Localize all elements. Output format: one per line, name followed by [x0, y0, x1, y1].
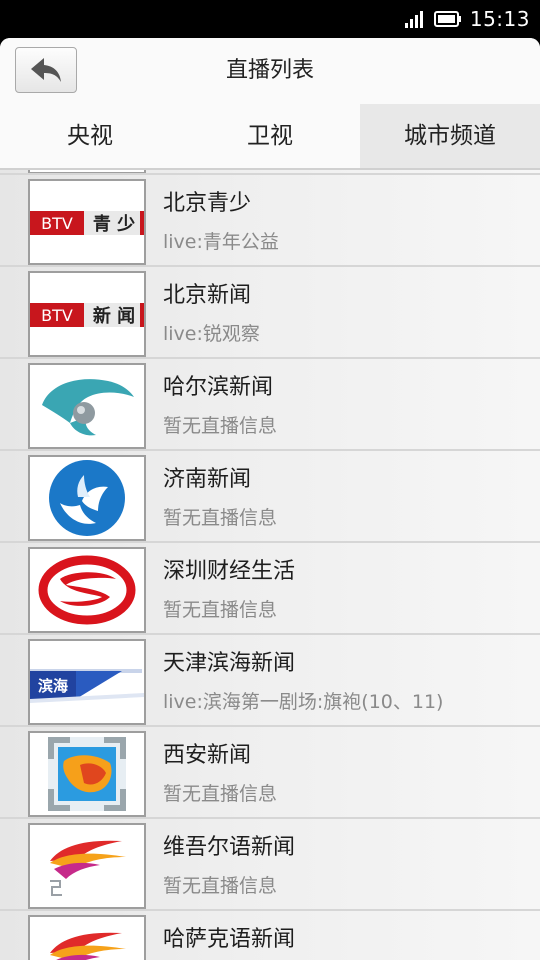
channel-logo [28, 547, 146, 633]
channel-live-info: 暂无直播信息 [163, 415, 278, 437]
shenzhen-logo-icon [38, 555, 136, 625]
tab-cctv[interactable]: 央视 [0, 104, 180, 168]
logo-brand-text: BTV [41, 306, 73, 325]
xian-logo-icon [48, 737, 126, 811]
channel-name: 天津滨海新闻 [163, 651, 296, 676]
channel-name: 济南新闻 [163, 467, 252, 492]
channel-logo: BTV 青 少 [28, 179, 146, 265]
battery-icon [433, 11, 461, 27]
channel-logo [28, 915, 146, 960]
channel-row[interactable]: 哈尔滨新闻 暂无直播信息 [0, 359, 540, 451]
signal-icon [404, 11, 423, 28]
logo-text: 滨海 [38, 677, 68, 695]
channel-row[interactable]: 维吾尔语新闻 暂无直播信息 [0, 819, 540, 911]
status-time: 15:13 [469, 7, 530, 31]
btv-logo-icon: BTV 新 闻 [30, 303, 144, 327]
channel-live-info: live:滨海第一剧场:旗袍(10、11) [163, 691, 444, 713]
channel-row[interactable]: 哈萨克语新闻 [0, 911, 540, 960]
jinan-logo-icon [49, 460, 125, 536]
channel-row[interactable]: 济南新闻 暂无直播信息 [0, 451, 540, 543]
status-bar: 15:13 [0, 0, 540, 38]
channel-name: 哈尔滨新闻 [163, 375, 274, 400]
channel-live-info: 暂无直播信息 [163, 875, 278, 897]
btv-logo-icon: BTV 青 少 [30, 211, 144, 235]
title-bar: 直播列表 [0, 38, 540, 104]
tab-bar: 央视 卫视 城市频道 [0, 104, 540, 168]
channel-name: 维吾尔语新闻 [163, 835, 296, 860]
channel-name: 北京青少 [163, 191, 252, 216]
channel-row[interactable]: 滨海 天津滨海新闻 live:滨海第一剧场:旗袍(10、11) [0, 635, 540, 727]
xinjiang-logo-icon [50, 932, 126, 960]
channel-live-info: 暂无直播信息 [163, 783, 278, 805]
list-top-edge [0, 170, 540, 175]
logo-brand-text: BTV [41, 214, 73, 233]
binhai-logo-icon: 滨海 [30, 669, 144, 703]
channel-row[interactable]: BTV 青 少 北京青少 live:青年公益 [0, 175, 540, 267]
xinjiang-logo-icon [50, 840, 126, 896]
harbin-logo-icon [42, 379, 134, 436]
channel-live-info: 暂无直播信息 [163, 507, 278, 529]
logo-text: 新 闻 [93, 305, 135, 327]
tab-satellite[interactable]: 卫视 [180, 104, 360, 168]
channel-live-info: live:锐观察 [163, 323, 260, 345]
channel-live-info: live:青年公益 [163, 231, 279, 253]
page-title: 直播列表 [225, 58, 314, 83]
app-window: 直播列表 央视 卫视 城市频道 BTV 青 少 北京青少 live:青年公益 B… [0, 38, 540, 960]
channel-list[interactable]: BTV 青 少 北京青少 live:青年公益 BTV 新 闻 北京新闻 live… [0, 170, 540, 960]
logo-text: 青 少 [93, 214, 135, 235]
channel-row[interactable]: BTV 新 闻 北京新闻 live:锐观察 [0, 267, 540, 359]
channel-logo [28, 823, 146, 909]
back-button[interactable] [15, 47, 77, 93]
channel-logo [28, 455, 146, 541]
channel-logo [28, 731, 146, 817]
channel-row[interactable]: 西安新闻 暂无直播信息 [0, 727, 540, 819]
channel-name: 北京新闻 [163, 283, 252, 308]
back-arrow-icon [31, 58, 61, 82]
tab-city-channels[interactable]: 城市频道 [360, 104, 540, 168]
status-icons: 15:13 [404, 0, 530, 38]
channel-row[interactable]: 深圳财经生活 暂无直播信息 [0, 543, 540, 635]
channel-logo: BTV 新 闻 [28, 271, 146, 357]
channel-logo: 滨海 [28, 639, 146, 725]
channel-logo [28, 363, 146, 449]
channel-name: 哈萨克语新闻 [163, 927, 296, 952]
channel-name: 西安新闻 [163, 743, 252, 768]
channel-name: 深圳财经生活 [163, 559, 296, 584]
channel-live-info: 暂无直播信息 [163, 599, 278, 621]
